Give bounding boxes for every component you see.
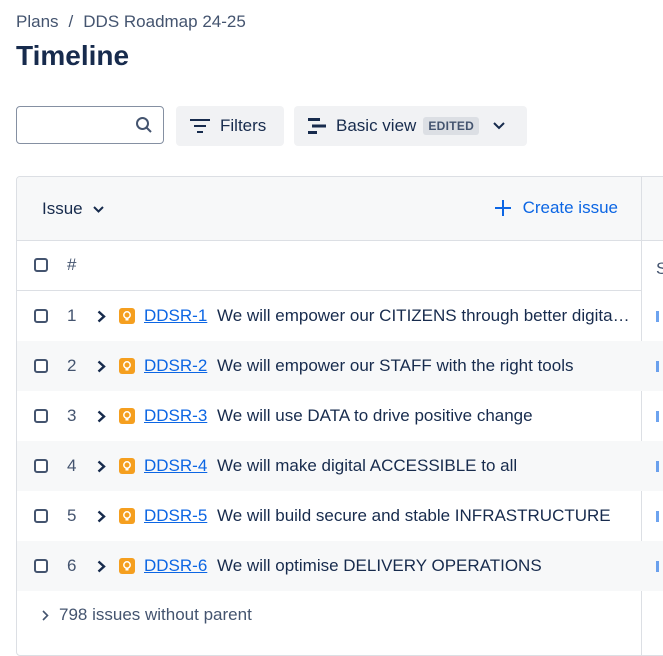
timeline-header: [642, 177, 663, 241]
table-row[interactable]: 4 DDSR-4 We will make digital ACCESSIBLE t…: [17, 441, 642, 491]
issue-header-label: Issue: [42, 199, 83, 218]
breadcrumb-separator: /: [68, 12, 74, 31]
row-checkbox[interactable]: [34, 459, 48, 473]
lightbulb-icon: [119, 558, 135, 574]
row-checkbox[interactable]: [34, 359, 48, 373]
select-all-checkbox[interactable]: [34, 258, 48, 272]
issue-summary[interactable]: We will empower our CITIZENS through bet…: [217, 306, 633, 326]
row-status-cell[interactable]: [642, 441, 663, 491]
chevron-down-icon: [493, 122, 505, 130]
status-marker: [656, 561, 659, 572]
chevron-right-icon[interactable]: [97, 410, 106, 423]
row-status-cell[interactable]: [642, 391, 663, 441]
table-row[interactable]: 1 DDSR-1 We will empower our CITIZENS thro…: [17, 291, 642, 341]
issue-key-link[interactable]: DDSR-6: [144, 556, 207, 576]
issue-key-link[interactable]: DDSR-1: [144, 306, 207, 326]
view-label: Basic view: [336, 116, 417, 135]
chevron-right-icon[interactable]: [97, 310, 106, 323]
row-number: 1: [67, 306, 77, 325]
row-status-cell[interactable]: [642, 341, 663, 391]
table-row[interactable]: 3 DDSR-3 We will use DATA to drive positiv…: [17, 391, 642, 441]
issue-key-link[interactable]: DDSR-2: [144, 356, 207, 376]
create-issue-label: Create issue: [522, 198, 618, 217]
edited-badge: EDITED: [423, 117, 480, 135]
table-row[interactable]: 5 DDSR-5 We will build secure and stable I…: [17, 491, 642, 541]
issue-summary[interactable]: We will use DATA to drive positive chang…: [217, 406, 633, 426]
table-row[interactable]: 6 DDSR-6 We will optimise DELIVERY OPERATI…: [17, 541, 642, 591]
issue-key-link[interactable]: DDSR-5: [144, 506, 207, 526]
issue-summary[interactable]: We will optimise DELIVERY OPERATIONS: [217, 556, 633, 576]
row-checkbox[interactable]: [34, 409, 48, 423]
lightbulb-icon: [119, 358, 135, 374]
chevron-right-icon: [42, 609, 49, 621]
issue-column-menu[interactable]: Issue: [42, 199, 104, 219]
row-checkbox[interactable]: [34, 309, 48, 323]
filters-label: Filters: [220, 116, 267, 135]
breadcrumb-plans[interactable]: Plans: [16, 12, 59, 32]
view-icon: [308, 118, 326, 134]
lightbulb-icon: [119, 308, 135, 324]
row-status-cell[interactable]: [642, 491, 663, 541]
row-number: 4: [67, 456, 77, 475]
filter-icon: [190, 119, 210, 133]
chevron-down-icon: [92, 205, 104, 213]
search-input[interactable]: [25, 107, 139, 143]
chevron-right-icon[interactable]: [97, 460, 106, 473]
status-marker: [656, 361, 659, 372]
row-checkbox[interactable]: [34, 509, 48, 523]
row-status-cell[interactable]: [642, 291, 663, 341]
lightbulb-icon: [119, 458, 135, 474]
row-number: 6: [67, 556, 77, 575]
create-issue-button[interactable]: Create issue: [494, 198, 618, 218]
search-box[interactable]: [16, 106, 164, 144]
issue-summary[interactable]: We will empower our STAFF with the right…: [217, 356, 633, 376]
row-number: 3: [67, 406, 77, 425]
issue-table: Issue Create issue # S 1 DDSR-1 We will em…: [16, 176, 663, 656]
status-marker: [656, 461, 659, 472]
breadcrumb-current[interactable]: DDS Roadmap 24-25: [83, 12, 246, 32]
issues-without-parent-label: 798 issues without parent: [59, 605, 252, 624]
status-marker: [656, 411, 659, 422]
next-column-header: S: [656, 259, 663, 279]
issue-key-link[interactable]: DDSR-3: [144, 406, 207, 426]
issue-summary[interactable]: We will build secure and stable INFRASTR…: [217, 506, 633, 526]
issue-key-link[interactable]: DDSR-4: [144, 456, 207, 476]
lightbulb-icon: [119, 508, 135, 524]
page-title: Timeline: [16, 40, 130, 71]
column-header-row: #: [17, 240, 642, 291]
row-status-cell[interactable]: [642, 541, 663, 591]
issue-summary[interactable]: We will make digital ACCESSIBLE to all: [217, 456, 633, 476]
row-number: 2: [67, 356, 77, 375]
table-header: Issue Create issue: [17, 177, 642, 241]
issues-without-parent-toggle[interactable]: 798 issues without parent: [42, 605, 252, 625]
plus-icon: [494, 200, 511, 216]
search-icon[interactable]: [135, 116, 153, 134]
status-marker: [656, 511, 659, 522]
row-number: 5: [67, 506, 77, 525]
view-selector-button[interactable]: Basic view EDITED: [294, 106, 527, 146]
filters-button[interactable]: Filters: [176, 106, 284, 146]
number-column-header: #: [67, 255, 77, 274]
chevron-right-icon[interactable]: [97, 510, 106, 523]
status-marker: [656, 311, 659, 322]
table-row[interactable]: 2 DDSR-2 We will empower our STAFF with th…: [17, 341, 642, 391]
chevron-right-icon[interactable]: [97, 560, 106, 573]
row-checkbox[interactable]: [34, 559, 48, 573]
lightbulb-icon: [119, 408, 135, 424]
chevron-right-icon[interactable]: [97, 360, 106, 373]
breadcrumb: Plans / DDS Roadmap 24-25: [16, 12, 246, 32]
